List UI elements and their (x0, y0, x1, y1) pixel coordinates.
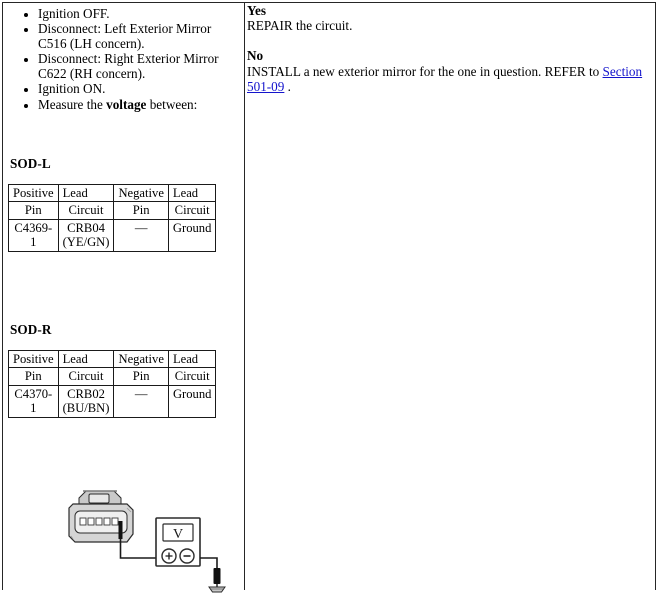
column-header-pin-positive: Pin (8, 367, 59, 386)
answer-spacer (247, 33, 653, 48)
column-header-circuit-positive: Circuit (57, 367, 115, 386)
lead-table-sod-l: Positive Lead Negative Lead Pin Circuit … (8, 183, 217, 252)
table-title-sod-r: SOD-R (10, 322, 52, 337)
cell-negative-circuit: Ground (167, 384, 217, 418)
cell-positive-pin: C4369-1 (8, 218, 59, 252)
answer-yes-text: REPAIR the circuit. (247, 18, 353, 34)
voltmeter-icon: V (155, 517, 201, 567)
answer-no-text-after: . (284, 78, 291, 94)
column-header-circuit-negative: Circuit (167, 367, 217, 386)
list-item: Disconnect: Left Exterior Mirror C516 (L… (38, 21, 243, 51)
table-row: C4369-1 CRB04 (YE/GN) — Ground (8, 218, 217, 252)
table-title-sod-l: SOD-L (10, 156, 51, 171)
group-header-positive-lead: Lead (57, 349, 115, 369)
group-header-negative: Negative (113, 349, 169, 369)
table-group-header-row: Positive Lead Negative Lead (8, 349, 217, 369)
svg-text:V: V (173, 527, 183, 542)
column-header-pin-positive: Pin (8, 201, 59, 220)
list-item: Ignition ON. (38, 81, 243, 96)
step-list: Ignition OFF. Disconnect: Left Exterior … (4, 6, 243, 112)
cell-positive-circuit: CRB04 (YE/GN) (57, 218, 115, 252)
step-text: Disconnect: Right Exterior Mirror C622 (… (38, 51, 219, 82)
measurement-diagram: V (59, 486, 239, 593)
answer-no-text: INSTALL a new exterior mirror for the on… (247, 64, 653, 94)
column-header-pin-negative: Pin (113, 367, 169, 386)
connector-icon (68, 490, 134, 543)
list-item: Ignition OFF. (38, 6, 243, 21)
cell-positive-circuit: CRB02 (BU/BN) (57, 384, 115, 418)
right-column: Yes REPAIR the circuit. No INSTALL a new… (247, 3, 653, 94)
group-header-negative-lead: Lead (167, 183, 217, 203)
group-header-positive-lead: Lead (57, 183, 115, 203)
table-row: C4370-1 CRB02 (BU/BN) — Ground (8, 384, 217, 418)
frame-right-border (655, 2, 656, 590)
list-item: Measure the voltage between: (38, 97, 243, 112)
group-header-positive: Positive (8, 183, 59, 203)
diagnostic-procedure-page: Ignition OFF. Disconnect: Left Exterior … (0, 0, 664, 593)
column-divider (243, 2, 245, 590)
answer-yes-label: Yes (247, 3, 267, 18)
positive-probe-icon (118, 521, 123, 539)
left-column: Ignition OFF. Disconnect: Left Exterior … (4, 3, 243, 593)
group-header-negative: Negative (113, 183, 169, 203)
column-header-circuit-positive: Circuit (57, 201, 115, 220)
step-text-after: between: (146, 96, 198, 112)
column-header-pin-negative: Pin (113, 201, 169, 220)
group-header-positive: Positive (8, 349, 59, 369)
cell-negative-pin: — (113, 218, 169, 252)
column-header-circuit-negative: Circuit (167, 201, 217, 220)
lead-table-sod-r: Positive Lead Negative Lead Pin Circuit … (8, 349, 217, 418)
step-text-emphasis: voltage (106, 96, 147, 112)
ground-symbol-icon (208, 568, 226, 593)
list-item: Disconnect: Right Exterior Mirror C622 (… (38, 51, 243, 81)
cell-negative-circuit: Ground (167, 218, 217, 252)
table-header-row: Pin Circuit Pin Circuit (8, 201, 217, 220)
cell-positive-pin: C4370-1 (8, 384, 59, 418)
cell-negative-pin: — (113, 384, 169, 418)
step-text: Ignition OFF. (38, 6, 110, 21)
table-group-header-row: Positive Lead Negative Lead (8, 183, 217, 203)
frame-left-border (2, 2, 3, 590)
table-header-row: Pin Circuit Pin Circuit (8, 367, 217, 386)
answer-no-text-before: INSTALL a new exterior mirror for the on… (247, 63, 603, 79)
answer-no-label: No (247, 48, 264, 64)
group-header-negative-lead: Lead (167, 349, 217, 369)
step-text: Disconnect: Left Exterior Mirror C516 (L… (38, 21, 212, 52)
step-text: Ignition ON. (38, 81, 106, 97)
step-text-before: Measure the (38, 96, 107, 112)
